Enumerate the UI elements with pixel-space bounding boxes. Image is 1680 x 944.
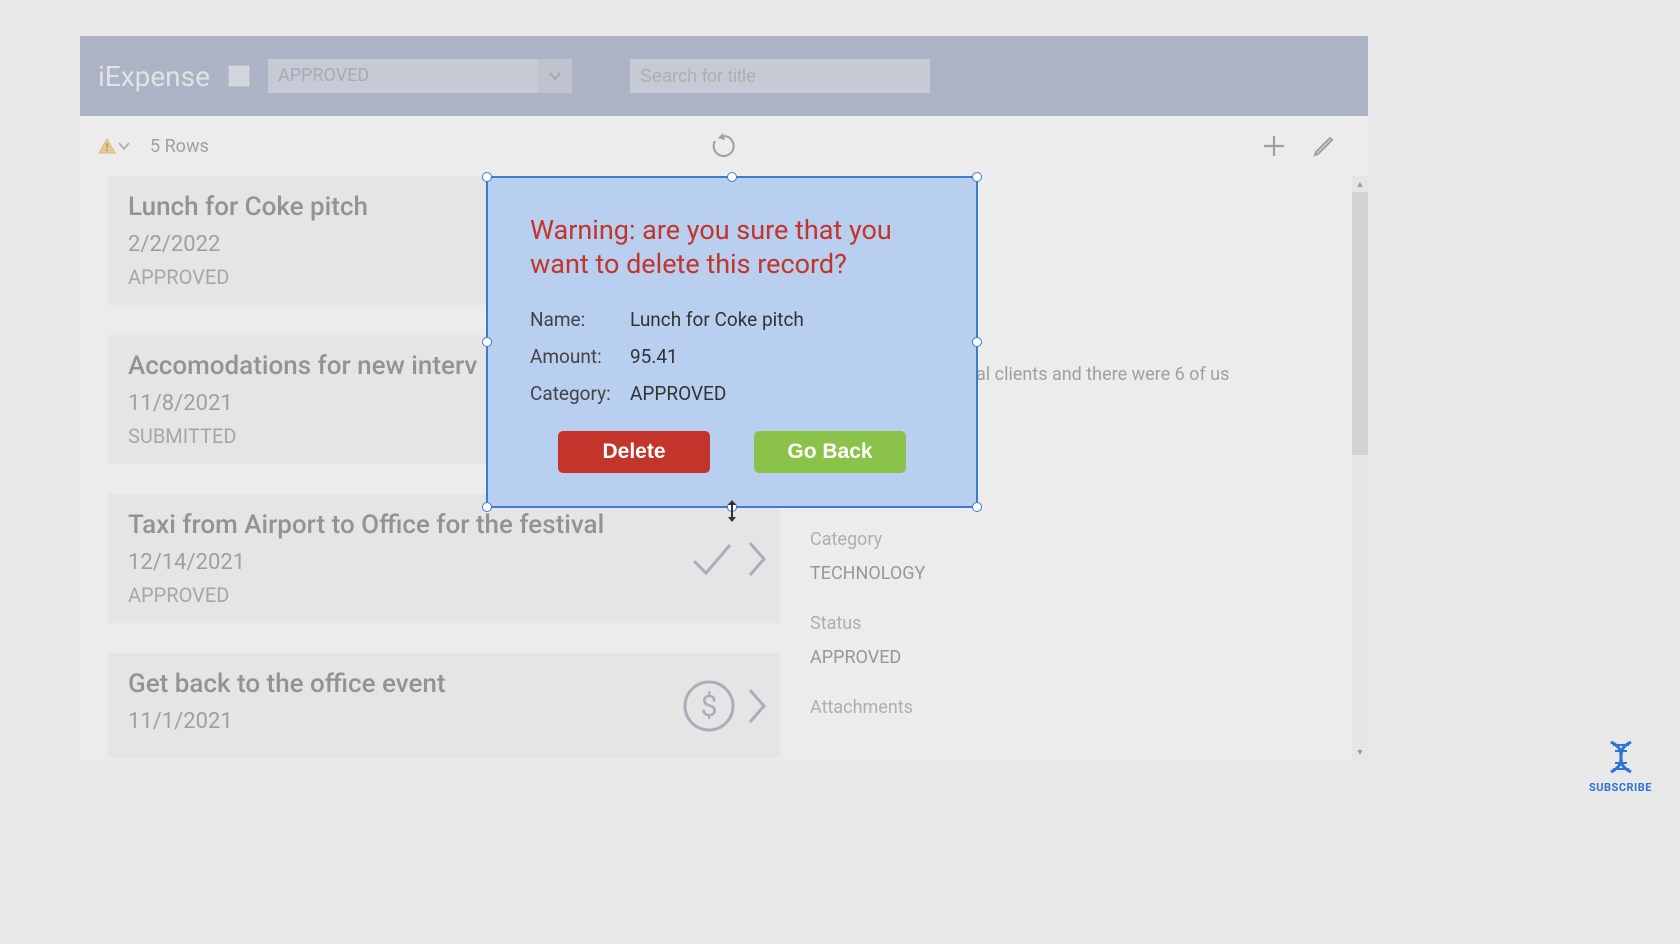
svg-text:$: $ (701, 689, 718, 724)
resize-handle[interactable] (972, 502, 982, 512)
refresh-icon[interactable] (710, 132, 738, 160)
dollar-icon[interactable]: $ (682, 679, 736, 733)
resize-handle[interactable] (482, 502, 492, 512)
list-item-date: 12/14/2021 (128, 550, 760, 575)
subscribe-badge[interactable]: SUBSCRIBE (1589, 737, 1652, 794)
scrollbar-thumb[interactable] (1352, 192, 1368, 455)
scroll-down-icon[interactable]: ▼ (1352, 744, 1368, 760)
detail-status-label: Status (810, 607, 1338, 641)
detail-attachments-label: Attachments (810, 691, 1338, 725)
chevron-right-icon[interactable] (746, 539, 768, 579)
dialog-title: Warning: are you sure that you want to d… (530, 214, 934, 282)
detail-description-fragment: potential clients and there were 6 of us (920, 358, 1338, 392)
detail-category-value: TECHNOLOGY (810, 557, 1338, 591)
delete-button[interactable]: Delete (558, 431, 710, 473)
detail-title-fragment: ch (920, 194, 1338, 228)
plus-icon[interactable] (1260, 132, 1288, 160)
list-item-title: Get back to the office event (128, 669, 760, 699)
detail-status-value: APPROVED (810, 641, 1338, 675)
list-item[interactable]: Get back to the office event 11/1/2021 $ (108, 653, 780, 758)
list-item-title: Taxi from Airport to Office for the fest… (128, 510, 760, 540)
chevron-down-icon[interactable] (538, 59, 572, 93)
warning-icon (98, 138, 116, 154)
resize-handle[interactable] (972, 172, 982, 182)
dialog-name-label: Name: (530, 308, 630, 331)
pencil-icon[interactable] (1310, 132, 1338, 160)
resize-handle[interactable] (972, 337, 982, 347)
chevron-right-icon[interactable] (746, 686, 768, 726)
scroll-up-icon[interactable]: ▲ (1352, 176, 1368, 192)
resize-handle[interactable] (727, 172, 737, 182)
resize-cursor-icon (723, 499, 741, 528)
detail-category-label: Category (810, 523, 1338, 557)
row-count: 5 Rows (150, 136, 209, 157)
dialog-amount-value: 95.41 (630, 345, 678, 368)
scrollbar[interactable]: ▲ ▼ (1352, 176, 1368, 760)
resize-handle[interactable] (482, 337, 492, 347)
resize-handle[interactable] (482, 172, 492, 182)
dna-icon (1601, 737, 1641, 777)
subscribe-label: SUBSCRIBE (1589, 781, 1652, 794)
filter-checkbox[interactable] (228, 65, 250, 87)
dialog-category-value: APPROVED (630, 382, 726, 405)
dialog-amount-label: Amount: (530, 345, 630, 368)
app-title: iExpense (98, 60, 210, 93)
list-item-status: APPROVED (128, 583, 760, 607)
search-input[interactable] (630, 59, 930, 93)
status-filter-value: APPROVED (268, 59, 538, 93)
toolbar: 5 Rows (80, 116, 1368, 176)
go-back-button[interactable]: Go Back (754, 431, 906, 473)
status-filter[interactable]: APPROVED (268, 59, 572, 93)
list-item-date: 11/1/2021 (128, 709, 760, 734)
delete-confirm-dialog[interactable]: Warning: are you sure that you want to d… (486, 176, 978, 508)
check-icon[interactable] (688, 539, 736, 579)
list-item[interactable]: Taxi from Airport to Office for the fest… (108, 494, 780, 623)
dialog-name-value: Lunch for Coke pitch (630, 308, 804, 331)
header-bar: iExpense APPROVED (80, 36, 1368, 116)
dialog-category-label: Category: (530, 382, 630, 405)
dropdown-icon[interactable] (118, 140, 130, 152)
